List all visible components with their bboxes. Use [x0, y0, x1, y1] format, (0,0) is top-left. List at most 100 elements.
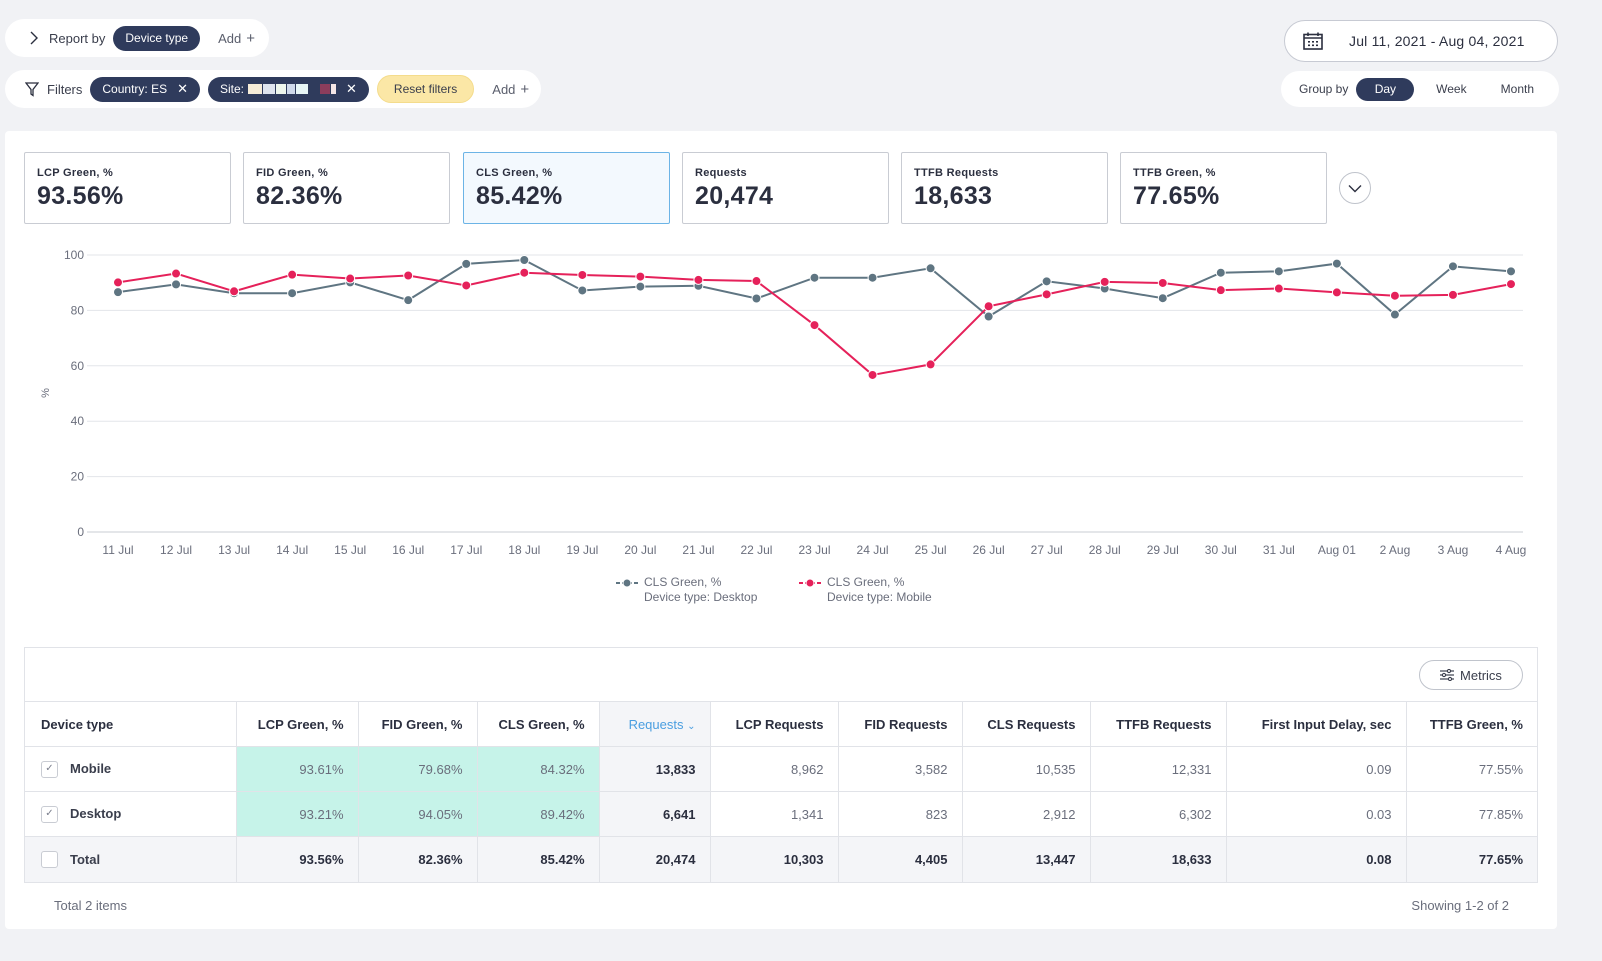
column-header-requests[interactable]: Requests ⌄ [598, 701, 710, 747]
cell-first-input-delay: 0.03 [1225, 791, 1406, 837]
data-point-desktop [1157, 293, 1168, 304]
legend-item-mobile[interactable]: CLS Green, % Device type: Mobile [799, 575, 932, 605]
kpi-card-cls-green[interactable]: CLS Green, % 85.42% [463, 152, 670, 224]
date-range-picker[interactable]: Jul 11, 2021 - Aug 04, 2021 [1284, 20, 1558, 62]
filters-add-button[interactable]: Add + [492, 81, 529, 98]
filter-chip-site[interactable]: Site: ✕ [208, 76, 369, 102]
x-tick-label: 28 Jul [1089, 543, 1121, 557]
data-point-mobile [925, 359, 936, 370]
cell-requests: 13,833 [598, 746, 710, 792]
column-header-requests-label: Requests [628, 716, 684, 732]
data-point-desktop [751, 293, 762, 304]
x-tick-label: 16 Jul [392, 543, 424, 557]
device-cell: Total [25, 836, 236, 882]
cell-ttfb-green: 77.85% [1405, 791, 1537, 837]
kpi-card-ttfb-requests[interactable]: TTFB Requests 18,633 [901, 152, 1108, 224]
data-point-mobile [809, 320, 820, 331]
column-header-fid-requests[interactable]: FID Requests [837, 701, 962, 747]
table-row: ✓ Desktop 93.21% 94.05% 89.42% 6,641 1,34… [25, 791, 1537, 837]
row-checkbox[interactable] [41, 850, 58, 868]
close-icon[interactable]: ✕ [177, 81, 188, 97]
data-point-mobile [1099, 276, 1110, 287]
x-tick-label: 24 Jul [857, 543, 889, 557]
legend-desktop-line1: CLS Green, % [644, 575, 722, 589]
column-header-ttfb-requests[interactable]: TTFB Requests [1089, 701, 1226, 747]
cell-lcp-green: 93.61% [235, 746, 358, 792]
x-tick-label: 22 Jul [740, 543, 772, 557]
data-point-desktop [809, 272, 820, 283]
x-tick-label: 17 Jul [450, 543, 482, 557]
kpi-value: 85.42% [476, 182, 563, 210]
column-header-first-input-delay[interactable]: First Input Delay, sec [1225, 701, 1406, 747]
row-checkbox[interactable]: ✓ [41, 760, 58, 778]
cell-fid-green: 79.68% [357, 746, 477, 792]
metrics-button[interactable]: Metrics [1419, 660, 1523, 690]
calendar-icon [1303, 32, 1323, 50]
filter-chip-country-label: Country: ES [102, 82, 168, 96]
kpi-card-ttfb-green[interactable]: TTFB Green, % 77.65% [1120, 152, 1327, 224]
x-tick-label: Aug 01 [1318, 543, 1356, 557]
filters-label: Filters [47, 81, 83, 97]
cell-lcp-requests: 1,341 [709, 791, 838, 837]
cell-fid-requests: 823 [837, 791, 962, 837]
y-axis-label: % [40, 388, 52, 398]
kpi-value: 93.56% [37, 182, 124, 210]
data-point-mobile [229, 286, 240, 297]
kpi-card-fid-green[interactable]: FID Green, % 82.36% [243, 152, 450, 224]
group-by-week[interactable]: Week [1422, 78, 1480, 101]
device-label: Mobile [70, 761, 112, 777]
legend-item-desktop[interactable]: CLS Green, % Device type: Desktop [616, 575, 757, 605]
cell-lcp-green: 93.56% [235, 836, 358, 882]
cell-fid-requests: 4,405 [837, 836, 962, 882]
kpi-value: 18,633 [914, 182, 993, 210]
kpi-card-requests[interactable]: Requests 20,474 [682, 152, 889, 224]
plus-icon: + [246, 29, 255, 47]
main-card: LCP Green, % 93.56% FID Green, % 82.36% … [5, 131, 1557, 929]
group-by-month[interactable]: Month [1488, 78, 1546, 101]
report-by-add-button[interactable]: Add + [218, 30, 255, 47]
cell-requests: 20,474 [598, 836, 710, 882]
data-point-mobile [171, 268, 182, 279]
data-point-mobile [1389, 290, 1400, 301]
kpi-card-lcp-green[interactable]: LCP Green, % 93.56% [24, 152, 231, 224]
data-point-desktop [1447, 261, 1458, 272]
data-point-mobile [693, 274, 704, 285]
data-point-desktop [925, 263, 936, 274]
device-cell: ✓ Desktop [25, 791, 236, 837]
expand-kpis-button[interactable] [1339, 172, 1371, 204]
report-by-label: Report by [49, 30, 106, 46]
y-tick-label: 80 [71, 303, 85, 317]
data-point-mobile [1041, 289, 1052, 300]
data-point-mobile [983, 301, 994, 312]
cell-cls-green: 85.42% [476, 836, 599, 882]
column-header-lcp-green[interactable]: LCP Green, % [235, 701, 358, 747]
x-tick-label: 18 Jul [508, 543, 540, 557]
column-header-ttfb-green[interactable]: TTFB Green, % [1405, 701, 1537, 747]
filter-chip-country[interactable]: Country: ES ✕ [90, 76, 200, 102]
data-point-desktop [1041, 276, 1052, 287]
column-header-lcp-requests[interactable]: LCP Requests [709, 701, 838, 747]
filters-add-label: Add [492, 81, 516, 97]
data-point-desktop [403, 295, 414, 306]
chevron-right-icon[interactable] [29, 31, 39, 45]
data-point-mobile [1273, 283, 1284, 294]
column-header-device-type[interactable]: Device type [25, 701, 236, 747]
column-header-fid-green[interactable]: FID Green, % [357, 701, 477, 747]
group-by-day[interactable]: Day [1356, 77, 1415, 101]
kpi-value: 82.36% [256, 182, 343, 210]
close-icon[interactable]: ✕ [346, 81, 357, 97]
row-checkbox[interactable]: ✓ [41, 805, 58, 823]
legend-swatch-desktop [616, 578, 638, 588]
report-by-chip-device-type[interactable]: Device type [113, 25, 201, 51]
data-point-desktop [1215, 267, 1226, 278]
data-point-desktop [287, 288, 298, 299]
data-point-mobile [635, 271, 646, 282]
x-tick-label: 31 Jul [1263, 543, 1295, 557]
reset-filters-button[interactable]: Reset filters [376, 75, 475, 103]
data-point-mobile [403, 270, 414, 281]
column-header-cls-green[interactable]: CLS Green, % [476, 701, 599, 747]
column-header-cls-requests[interactable]: CLS Requests [961, 701, 1090, 747]
cell-ttfb-requests: 12,331 [1089, 746, 1226, 792]
device-label: Desktop [70, 806, 122, 822]
cell-lcp-requests: 10,303 [709, 836, 838, 882]
